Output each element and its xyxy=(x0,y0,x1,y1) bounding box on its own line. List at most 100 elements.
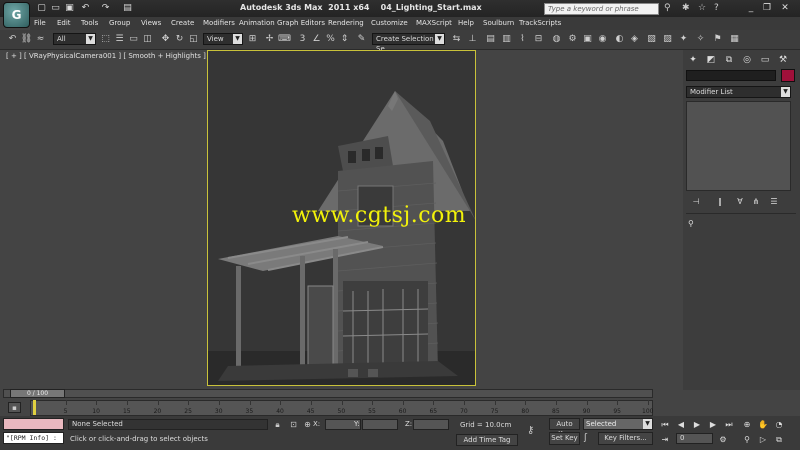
new-file-icon[interactable]: ▢ xyxy=(36,3,47,13)
pan-view-icon[interactable]: ✋ xyxy=(757,419,769,430)
menu-animation[interactable]: Animation xyxy=(239,19,275,27)
select-and-move-icon[interactable]: ✥ xyxy=(159,33,172,46)
edit-named-selection-icon[interactable]: ✎ xyxy=(355,33,368,46)
minimize-button[interactable]: _ xyxy=(744,2,758,14)
search-icon[interactable]: ⚲ xyxy=(664,3,671,13)
script-button-c-icon[interactable]: ✦ xyxy=(677,33,690,46)
field-of-view-icon[interactable]: ▷ xyxy=(757,434,769,445)
next-frame-icon[interactable]: ▶ xyxy=(707,419,719,430)
communication-center-icon[interactable]: ✱ xyxy=(682,3,690,13)
absolute-mode-transform-icon[interactable]: ⊕ xyxy=(302,419,313,430)
key-mode-toggle-icon[interactable]: ⇥ xyxy=(659,434,671,445)
menu-maxscript[interactable]: MAXScript xyxy=(416,19,452,27)
isolate-selection-icon[interactable]: ⊡ xyxy=(288,419,299,430)
auto-key-button[interactable]: Auto Key xyxy=(549,418,580,438)
open-mini-curve-editor-button[interactable]: ▪ xyxy=(8,402,21,413)
open-file-icon[interactable]: ▭ xyxy=(50,3,61,13)
set-key-button[interactable]: Set Key xyxy=(549,432,580,445)
y-coordinate-field[interactable] xyxy=(362,419,398,430)
pivot-center-icon[interactable]: ⊞ xyxy=(246,33,259,46)
curve-editor-icon[interactable]: ⌇ xyxy=(516,33,529,46)
script-button-e-icon[interactable]: ⚑ xyxy=(711,33,724,46)
time-slider-thumb[interactable]: 0 / 100 xyxy=(10,389,65,398)
mirror-icon[interactable]: ⇆ xyxy=(450,33,463,46)
hierarchy-tab-icon[interactable]: ⧉ xyxy=(722,53,736,67)
menu-rendering[interactable]: Rendering xyxy=(328,19,364,27)
configure-modifier-sets-icon[interactable]: ☰ xyxy=(768,197,780,207)
modifier-list-dropdown[interactable]: Modifier List ▼ xyxy=(686,86,791,98)
select-object-icon[interactable]: ⬚ xyxy=(99,33,112,46)
object-name-field[interactable] xyxy=(686,70,776,81)
maxscript-listener-output[interactable]: "[RPM Info] : xyxy=(3,432,64,444)
menu-trackscripts[interactable]: TrackScripts xyxy=(519,19,561,27)
rect-selection-region-icon[interactable]: ▭ xyxy=(127,33,140,46)
menu-tools[interactable]: Tools xyxy=(81,19,98,27)
script-button-b-icon[interactable]: ▨ xyxy=(661,33,674,46)
zoom-extents-icon[interactable]: ⊕ xyxy=(741,419,753,430)
select-and-manipulate-icon[interactable]: ✢ xyxy=(263,33,276,46)
selection-lock-icon[interactable]: 🔒︎ xyxy=(272,419,283,430)
spinner-snap-icon[interactable]: ⇕ xyxy=(338,33,351,46)
menu-soulburn[interactable]: Soulburn xyxy=(483,19,514,27)
menu-group[interactable]: Group xyxy=(109,19,130,27)
viewport-label[interactable]: [ + ] [ VRayPhysicalCamera001 ] [ Smooth… xyxy=(6,52,206,60)
angle-snap-icon[interactable]: ∠ xyxy=(310,33,323,46)
play-icon[interactable]: ▶ xyxy=(691,419,703,430)
graphite-tools-icon[interactable]: ▥ xyxy=(500,33,513,46)
named-selection-sets-dropdown[interactable]: Create Selection Se ▼ xyxy=(372,33,445,53)
object-color-swatch[interactable] xyxy=(781,69,795,82)
default-in-out-tangents-icon[interactable]: ʃ xyxy=(584,433,587,443)
snaps-toggle-icon[interactable]: 3 xyxy=(296,33,309,46)
utilities-tab-icon[interactable]: ⚒ xyxy=(776,53,790,67)
script-button-f-icon[interactable]: ▦ xyxy=(728,33,741,46)
render-setup-icon[interactable]: ⚙ xyxy=(566,33,579,46)
maximize-viewport-icon[interactable]: ⧉ xyxy=(773,434,785,445)
schematic-view-icon[interactable]: ⊟ xyxy=(532,33,545,46)
menu-views[interactable]: Views xyxy=(141,19,161,27)
redo-icon[interactable]: ↷ xyxy=(100,3,111,13)
menu-help[interactable]: Help xyxy=(458,19,474,27)
display-tab-icon[interactable]: ▭ xyxy=(758,53,772,67)
menu-customize[interactable]: Customize xyxy=(371,19,408,27)
render-icon[interactable]: ◈ xyxy=(628,33,641,46)
application-button[interactable]: G xyxy=(3,2,30,28)
script-button-d-icon[interactable]: ✧ xyxy=(694,33,707,46)
render-iterative-icon[interactable]: ◐ xyxy=(613,33,626,46)
render-production-icon[interactable]: ◉ xyxy=(596,33,609,46)
maxscript-listener-input[interactable] xyxy=(3,418,64,430)
time-configuration-icon[interactable]: ⚙ xyxy=(717,434,729,445)
help-search-input[interactable]: Type a keyword or phrase xyxy=(544,3,659,15)
project-folder-icon[interactable]: ▤ xyxy=(122,3,133,13)
percent-snap-icon[interactable]: % xyxy=(324,33,337,46)
select-by-name-icon[interactable]: ☰ xyxy=(113,33,126,46)
go-to-end-icon[interactable]: ⏭ xyxy=(723,419,735,430)
time-slider-track[interactable] xyxy=(3,389,653,398)
undo-icon[interactable]: ↶ xyxy=(80,3,91,13)
menu-create[interactable]: Create xyxy=(171,19,194,27)
rollout-pin-icon[interactable]: ⚲ xyxy=(688,219,694,228)
bind-space-warp-icon[interactable]: ≈ xyxy=(34,33,47,46)
select-and-scale-icon[interactable]: ◱ xyxy=(187,33,200,46)
orbit-icon[interactable]: ◔ xyxy=(773,419,785,430)
rendered-frame-window-icon[interactable]: ▣ xyxy=(581,33,594,46)
key-selection-set-dropdown[interactable]: Selected ▼ xyxy=(583,418,653,430)
script-button-a-icon[interactable]: ▧ xyxy=(645,33,658,46)
modifier-stack[interactable] xyxy=(686,101,791,191)
menu-file[interactable]: File xyxy=(34,19,46,27)
restore-button[interactable]: ❐ xyxy=(760,2,774,14)
motion-tab-icon[interactable]: ◎ xyxy=(740,53,754,67)
keyboard-shortcut-toggle-icon[interactable]: ⌨ xyxy=(278,33,291,46)
menu-modifiers[interactable]: Modifiers xyxy=(203,19,235,27)
previous-frame-icon[interactable]: ◀ xyxy=(675,419,687,430)
make-unique-icon[interactable]: ∀ xyxy=(734,197,746,207)
menu-graph-editors[interactable]: Graph Editors xyxy=(277,19,325,27)
key-filters-button[interactable]: Key Filters... xyxy=(598,432,653,445)
layer-manager-icon[interactable]: ▤ xyxy=(484,33,497,46)
modify-tab-icon[interactable]: ◩ xyxy=(704,53,718,67)
select-and-rotate-icon[interactable]: ↻ xyxy=(173,33,186,46)
pin-stack-icon[interactable]: ⊣ xyxy=(690,197,702,207)
create-tab-icon[interactable]: ✦ xyxy=(686,53,700,67)
select-and-link-icon[interactable]: ⛓ xyxy=(20,33,33,46)
undo-scene-icon[interactable]: ↶ xyxy=(6,33,19,46)
z-coordinate-field[interactable] xyxy=(413,419,449,430)
